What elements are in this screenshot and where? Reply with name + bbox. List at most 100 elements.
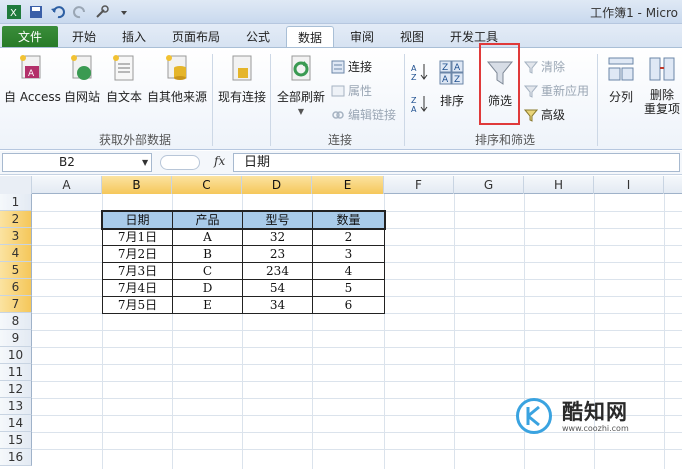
properties-button[interactable]: 属性 bbox=[331, 82, 372, 99]
tab-home[interactable]: 开始 bbox=[62, 26, 106, 48]
insert-function-icon[interactable]: fx bbox=[214, 154, 225, 168]
column-header-a[interactable]: A bbox=[32, 176, 102, 194]
sort-ascending-button[interactable]: AZ bbox=[409, 62, 431, 85]
column-header-h[interactable]: H bbox=[524, 176, 594, 194]
select-all-corner[interactable] bbox=[0, 176, 32, 194]
text-to-columns-button[interactable]: 分列 bbox=[603, 54, 639, 105]
column-headers: A B C D E F G H I bbox=[0, 176, 682, 194]
tools-icon[interactable] bbox=[94, 4, 110, 20]
watermark-logo: 酷知网 www.coozhi.com bbox=[506, 392, 666, 438]
access-icon: A bbox=[20, 55, 41, 79]
save-icon[interactable] bbox=[28, 4, 44, 20]
tab-page-layout[interactable]: 页面布局 bbox=[164, 26, 228, 48]
row-header[interactable]: 6 bbox=[0, 279, 32, 296]
column-header-e[interactable]: E bbox=[312, 176, 384, 194]
row-header[interactable]: 13 bbox=[0, 398, 32, 415]
column-header-c[interactable]: C bbox=[172, 176, 242, 194]
row-header[interactable]: 15 bbox=[0, 432, 32, 449]
row-header[interactable]: 5 bbox=[0, 262, 32, 279]
text-file-icon bbox=[113, 55, 134, 81]
row-header[interactable]: 9 bbox=[0, 330, 32, 347]
group-separator bbox=[270, 54, 271, 146]
table-border bbox=[102, 245, 385, 246]
svg-text:A: A bbox=[28, 69, 35, 79]
from-other-sources-button[interactable]: 自其他来源 bbox=[146, 54, 208, 105]
reapply-button[interactable]: 重新应用 bbox=[524, 82, 589, 99]
group-separator bbox=[212, 54, 213, 146]
connections-icon bbox=[331, 60, 345, 73]
database-icon bbox=[166, 55, 187, 80]
table-border bbox=[102, 262, 385, 263]
row-header[interactable]: 8 bbox=[0, 313, 32, 330]
tab-data[interactable]: 数据 bbox=[286, 26, 334, 48]
refresh-all-button[interactable]: 全部刷新 ▼ bbox=[275, 54, 327, 116]
from-text-button[interactable]: 自文本 bbox=[104, 54, 144, 105]
group-label-connections: 连接 bbox=[327, 133, 352, 147]
formula-input[interactable]: 日期 bbox=[233, 153, 680, 172]
edit-links-button[interactable]: 编辑链接 bbox=[331, 106, 396, 123]
clear-filter-button[interactable]: 清除 bbox=[524, 58, 565, 75]
dropdown-arrow-icon: ▼ bbox=[297, 107, 305, 116]
table-border bbox=[102, 279, 385, 280]
ribbon-data: A 自 Access 自网站 自文本 自其他来源 现有连接 获取外部数据 全部刷… bbox=[0, 43, 682, 150]
row-header[interactable]: 3 bbox=[0, 228, 32, 245]
tab-review[interactable]: 审阅 bbox=[340, 26, 384, 48]
ribbon-tabs: 文件 开始 插入 页面布局 公式 数据 审阅 视图 开发工具 bbox=[0, 24, 682, 48]
tab-view[interactable]: 视图 bbox=[390, 26, 434, 48]
table-border bbox=[102, 296, 385, 297]
formula-bar-resize-handle[interactable] bbox=[160, 155, 200, 170]
group-label-sort-filter: 排序和筛选 bbox=[474, 133, 535, 147]
svg-text:A: A bbox=[411, 64, 417, 73]
from-web-button[interactable]: 自网站 bbox=[62, 54, 102, 105]
sort-az-icon: AZ bbox=[411, 64, 428, 82]
advanced-filter-button[interactable]: 高级 bbox=[524, 106, 565, 123]
title-bar: X 工作簿1 - Micro bbox=[0, 0, 682, 24]
from-access-button[interactable]: A 自 Access bbox=[4, 54, 61, 105]
gridline bbox=[32, 347, 682, 348]
chevron-down-icon[interactable]: ▼ bbox=[142, 158, 148, 167]
row-header[interactable]: 14 bbox=[0, 415, 32, 432]
text-to-columns-icon bbox=[608, 57, 634, 81]
column-header-f[interactable]: F bbox=[384, 176, 454, 194]
tab-formulas[interactable]: 公式 bbox=[236, 26, 280, 48]
watermark-text: 酷知网 bbox=[562, 400, 628, 424]
row-header[interactable]: 12 bbox=[0, 381, 32, 398]
remove-duplicates-button[interactable]: 删除 重复项 bbox=[642, 54, 682, 116]
row-header[interactable]: 11 bbox=[0, 364, 32, 381]
excel-icon: X bbox=[6, 4, 22, 20]
svg-text:Z: Z bbox=[411, 96, 417, 105]
svg-text:Z: Z bbox=[454, 75, 460, 85]
column-header-d[interactable]: D bbox=[242, 176, 312, 194]
connections-button[interactable]: 连接 bbox=[331, 58, 372, 75]
watermark-url: www.coozhi.com bbox=[562, 424, 629, 433]
row-header[interactable]: 16 bbox=[0, 449, 32, 466]
k-logo-icon bbox=[526, 405, 540, 427]
quick-access-toolbar: X bbox=[6, 3, 132, 21]
sort-descending-button[interactable]: ZA bbox=[409, 94, 431, 117]
svg-text:A: A bbox=[411, 105, 417, 114]
existing-connections-button[interactable]: 现有连接 bbox=[216, 54, 268, 105]
customize-toolbar-icon[interactable] bbox=[116, 4, 132, 20]
tab-file[interactable]: 文件 bbox=[2, 26, 58, 48]
undo-icon[interactable] bbox=[50, 4, 66, 20]
gridline bbox=[32, 364, 682, 365]
filter-highlight-box bbox=[479, 43, 520, 125]
properties-icon bbox=[331, 85, 345, 96]
column-header-i[interactable]: I bbox=[594, 176, 664, 194]
row-header[interactable]: 4 bbox=[0, 245, 32, 262]
web-icon bbox=[71, 55, 92, 80]
row-header[interactable]: 2 bbox=[0, 211, 32, 228]
row-header[interactable]: 7 bbox=[0, 296, 32, 313]
name-box[interactable]: B2 bbox=[2, 153, 152, 172]
column-header-g[interactable]: G bbox=[454, 176, 524, 194]
watermark-circle-icon bbox=[516, 398, 552, 434]
group-label-get-external: 获取外部数据 bbox=[98, 133, 171, 147]
tab-insert[interactable]: 插入 bbox=[112, 26, 156, 48]
column-header-b[interactable]: B bbox=[102, 176, 172, 194]
svg-text:A: A bbox=[454, 63, 461, 73]
sort-button[interactable]: ZAAZ 排序 bbox=[436, 58, 468, 109]
svg-text:A: A bbox=[442, 75, 449, 85]
row-header[interactable]: 1 bbox=[0, 194, 32, 211]
row-header[interactable]: 10 bbox=[0, 347, 32, 364]
redo-icon[interactable] bbox=[72, 4, 88, 20]
